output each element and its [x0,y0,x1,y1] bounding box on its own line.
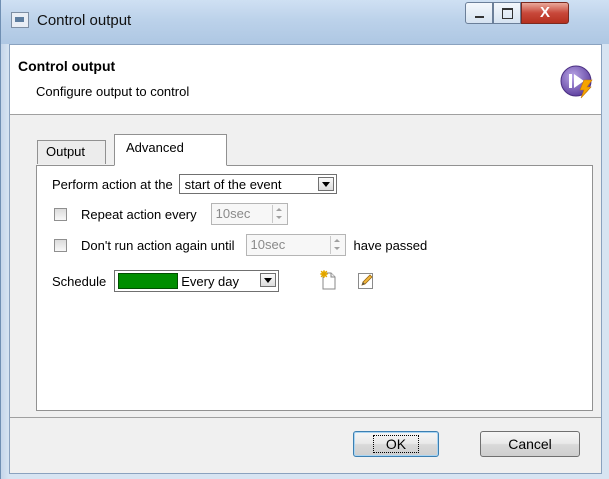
window-title: Control output [37,12,132,29]
dont-run-checkbox[interactable] [54,238,67,252]
chevron-down-icon[interactable] [260,273,277,287]
repeat-interval-spinner[interactable]: 10sec [210,203,288,225]
cancel-button[interactable]: Cancel [480,431,580,457]
new-schedule-icon[interactable] [320,270,338,290]
ok-button[interactable]: OK [353,431,439,457]
dont-run-label: Don't run action again until [81,237,235,253]
dont-run-row: Don't run action again until 10sec have … [54,234,427,256]
perform-select[interactable]: start of the event [178,174,337,194]
play-bolt-icon [560,65,593,99]
close-button[interactable]: X [521,2,569,24]
close-icon: X [539,4,550,21]
repeat-checkbox[interactable] [54,207,67,221]
window-border [1,44,9,479]
advanced-panel: Perform action at the start of the event… [36,165,593,411]
schedule-row: Schedule Every day [52,270,280,292]
tab-advanced[interactable]: Advanced [114,134,227,166]
dont-run-suffix: have passed [353,237,428,253]
header-title: Control output [18,58,116,74]
schedule-label: Schedule [52,273,107,289]
app-window-icon [11,12,29,28]
ok-button-label: OK [372,435,420,453]
perform-row: Perform action at the start of the event [52,174,337,194]
dialog-header: Control output Configure output to contr… [10,45,601,115]
dont-run-interval-spinner[interactable]: 10sec [245,234,346,256]
header-subtitle: Configure output to control [36,84,190,99]
chevron-down-icon[interactable] [317,177,334,191]
schedule-select-value: Every day [181,273,240,289]
perform-label: Perform action at the [52,176,173,192]
repeat-interval-value: 10sec [215,206,251,221]
tab-output[interactable]: Output [37,140,106,164]
title-bar[interactable]: Control output X [1,0,609,44]
repeat-row: Repeat action every 10sec [54,203,288,225]
schedule-color-swatch [118,273,179,289]
footer-divider [10,417,601,418]
repeat-label: Repeat action every [81,206,197,222]
spinner-arrows-icon[interactable] [329,236,344,254]
dialog-window: Control output X Control output Configur… [0,0,609,479]
dont-run-interval-value: 10sec [250,237,286,252]
maximize-button[interactable] [493,2,521,24]
minimize-button[interactable] [465,2,493,24]
spinner-arrows-icon[interactable] [271,205,286,223]
edit-schedule-icon[interactable] [357,270,375,290]
perform-select-value: start of the event [184,176,282,192]
dialog-client: Control output Configure output to contr… [9,44,602,474]
schedule-select[interactable]: Every day [114,270,280,292]
